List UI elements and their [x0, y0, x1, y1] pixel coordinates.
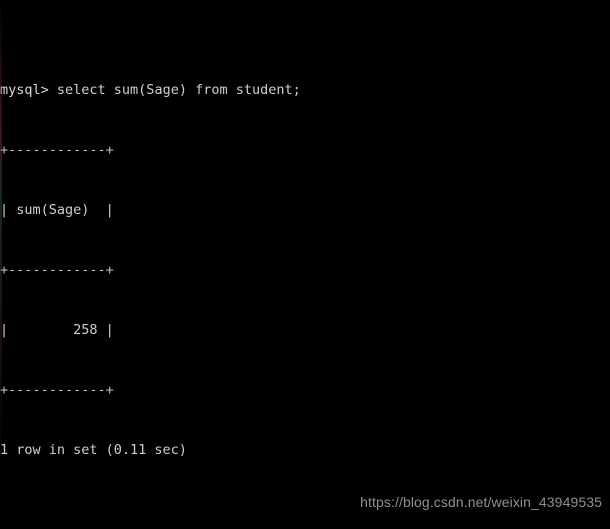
- table-data-row: | 258 |: [0, 322, 114, 338]
- table-separator-bottom: +------------+: [0, 382, 114, 398]
- watermark-text: https://blog.csdn.net/weixin_43949535: [360, 494, 602, 510]
- result-status: 1 row in set (0.11 sec): [0, 442, 187, 458]
- terminal-screen: mysql> select sum(Sage) from student; +-…: [0, 0, 610, 529]
- terminal-output[interactable]: mysql> select sum(Sage) from student; +-…: [0, 0, 610, 529]
- table-separator-top: +------------+: [0, 142, 114, 158]
- command-text: select sum(Sage) from student;: [56, 82, 301, 98]
- mysql-prompt: mysql>: [0, 82, 57, 98]
- command-line-sum: mysql> select sum(Sage) from student;: [0, 80, 610, 100]
- table-separator-mid: +------------+: [0, 262, 114, 278]
- table-header-row: | sum(Sage) |: [0, 202, 114, 218]
